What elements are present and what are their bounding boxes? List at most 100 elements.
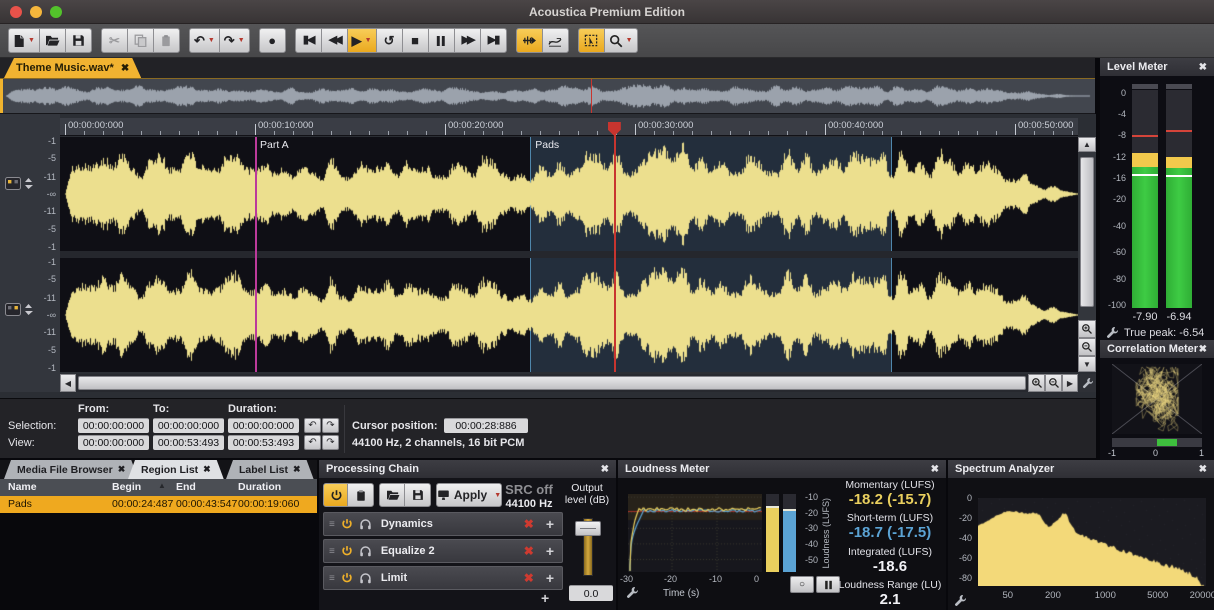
paste-button[interactable] (153, 28, 180, 53)
add-effect-button[interactable]: + (541, 590, 549, 606)
channel2-controls[interactable] (5, 303, 33, 319)
close-icon[interactable]: ✖ (1199, 344, 1207, 355)
effect-row-dynamics[interactable]: ≡Dynamics✖+ (323, 512, 563, 536)
play-button[interactable]: ▶▼ (347, 28, 377, 53)
close-icon[interactable]: ✖ (1199, 62, 1207, 73)
waveform-channel-2[interactable] (60, 258, 1078, 372)
copy-button[interactable] (127, 28, 154, 53)
close-window-button[interactable] (10, 6, 22, 18)
zoom-in-button[interactable] (1028, 374, 1045, 392)
scroll-down-button[interactable]: ▼ (1078, 356, 1096, 372)
zoom-out-button[interactable] (1045, 374, 1062, 392)
effect-row-limit[interactable]: ≡Limit✖+ (323, 566, 563, 590)
column-header-begin[interactable]: Begin (112, 481, 141, 493)
drag-handle-icon[interactable]: ≡ (329, 519, 335, 530)
tab-media-file-browser[interactable]: Media File Browser✖ (4, 460, 138, 479)
maximize-window-button[interactable] (50, 6, 62, 18)
loudness-settings-wrench-icon[interactable] (626, 586, 639, 602)
effect-power-icon[interactable] (341, 572, 353, 584)
label-marker-line[interactable] (255, 137, 257, 372)
close-icon[interactable]: ✖ (1199, 464, 1207, 475)
view-to-field[interactable]: 00:00:53:493 (153, 435, 224, 450)
insert-effect-icon[interactable]: + (546, 570, 554, 586)
chain-clipboard-button[interactable] (347, 483, 374, 507)
effect-solo-headphones-icon[interactable] (359, 545, 372, 557)
loudness-record-button[interactable]: ○ (790, 576, 814, 593)
selection-undo-button[interactable]: ↶ (304, 418, 321, 433)
scroll-up-button[interactable]: ▲ (1078, 137, 1096, 152)
output-level-value[interactable]: 0.0 (569, 585, 613, 601)
zoom-in-vertical-button[interactable] (1078, 320, 1096, 338)
channel-select-icon[interactable] (5, 303, 21, 319)
envelope-editor-button[interactable] (542, 28, 569, 53)
column-header-end[interactable]: End (176, 481, 196, 493)
drag-handle-icon[interactable]: ≡ (329, 573, 335, 584)
hscroll-track[interactable] (76, 374, 1028, 392)
tab-label-list[interactable]: Label List✖ (226, 460, 314, 479)
view-from-field[interactable]: 00:00:00:000 (78, 435, 149, 450)
zoom-tool-button[interactable]: ▼ (604, 28, 638, 53)
selection-duration-field[interactable]: 00:00:00:000 (228, 418, 299, 433)
vscroll-thumb[interactable] (1080, 157, 1094, 307)
overview-waveform[interactable] (0, 78, 1095, 114)
loop-button[interactable]: ↺ (376, 28, 403, 53)
channel-select-icon[interactable] (5, 177, 21, 193)
chain-save-button[interactable] (404, 483, 431, 507)
column-header-name[interactable]: Name (8, 481, 37, 493)
undo-button[interactable]: ↶▼ (189, 28, 220, 53)
selection-to-field[interactable]: 00:00:00:000 (153, 418, 224, 433)
effect-power-icon[interactable] (341, 545, 353, 557)
region-list-row[interactable]: Pads00:00:24:48700:00:43:54700:00:19:060 (0, 496, 317, 513)
region-list-header[interactable]: NameBeginEndDuration▲ (0, 479, 317, 496)
selection-redo-button[interactable]: ↷ (322, 418, 339, 433)
channel1-controls[interactable] (5, 177, 33, 193)
new-file-button[interactable]: ▼ (8, 28, 40, 53)
output-fader-handle[interactable] (575, 521, 601, 536)
fast-forward-button[interactable]: ▶▶ (454, 28, 481, 53)
go-to-end-button[interactable]: ▶▮ (480, 28, 507, 53)
effect-row-equalize-2[interactable]: ≡Equalize 2✖+ (323, 539, 563, 563)
go-to-start-button[interactable]: ▮◀ (295, 28, 322, 53)
view-duration-field[interactable]: 00:00:53:493 (228, 435, 299, 450)
vscroll-track[interactable] (1078, 152, 1096, 320)
save-file-button[interactable] (65, 28, 92, 53)
rewind-button[interactable]: ◀◀ (321, 28, 348, 53)
tab-theme-music[interactable]: Theme Music.wav* ✖ (4, 58, 141, 78)
view-redo-button[interactable]: ↷ (322, 435, 339, 450)
selection-tool-button[interactable] (578, 28, 605, 53)
remove-effect-icon[interactable]: ✖ (524, 517, 534, 531)
cut-button[interactable]: ✂ (101, 28, 128, 53)
open-file-button[interactable] (39, 28, 66, 53)
effect-solo-headphones-icon[interactable] (359, 572, 372, 584)
close-icon[interactable]: ✖ (931, 464, 939, 475)
chain-enable-button[interactable] (323, 483, 350, 507)
time-ruler[interactable]: 00:00:00:00000:00:10:00000:00:20:00000:0… (60, 118, 1078, 136)
spectrum-settings-wrench-icon[interactable] (954, 594, 967, 610)
tab-region-list[interactable]: Region List✖ (128, 460, 224, 479)
remove-effect-icon[interactable]: ✖ (524, 571, 534, 585)
scrub-button[interactable] (516, 28, 543, 53)
editor-settings-wrench-icon[interactable] (1080, 374, 1096, 392)
apply-chain-button[interactable]: Apply ▼ (436, 483, 502, 507)
insert-effect-icon[interactable]: + (546, 516, 554, 532)
effect-solo-headphones-icon[interactable] (359, 518, 372, 530)
effect-power-icon[interactable] (341, 518, 353, 530)
redo-button[interactable]: ↷▼ (219, 28, 250, 53)
hscroll-thumb[interactable] (78, 376, 1026, 390)
waveform-channel-1[interactable] (60, 137, 1078, 251)
scroll-right-button[interactable]: ▶ (1062, 374, 1078, 392)
view-undo-button[interactable]: ↶ (304, 435, 321, 450)
cursor-position-field[interactable]: 00:00:28:886 (444, 418, 528, 433)
minimize-window-button[interactable] (30, 6, 42, 18)
tab-close-icon[interactable]: ✖ (118, 464, 126, 475)
chain-open-button[interactable] (379, 483, 406, 507)
selection-from-field[interactable]: 00:00:00:000 (78, 418, 149, 433)
pause-button[interactable] (428, 28, 455, 53)
tab-close-icon[interactable]: ✖ (203, 464, 211, 475)
record-button[interactable]: ● (259, 28, 286, 53)
tab-close-icon[interactable]: ✖ (293, 464, 301, 475)
column-header-duration[interactable]: Duration (238, 481, 281, 493)
scroll-left-button[interactable]: ◀ (60, 374, 76, 392)
tab-close-icon[interactable]: ✖ (121, 63, 129, 74)
drag-handle-icon[interactable]: ≡ (329, 546, 335, 557)
